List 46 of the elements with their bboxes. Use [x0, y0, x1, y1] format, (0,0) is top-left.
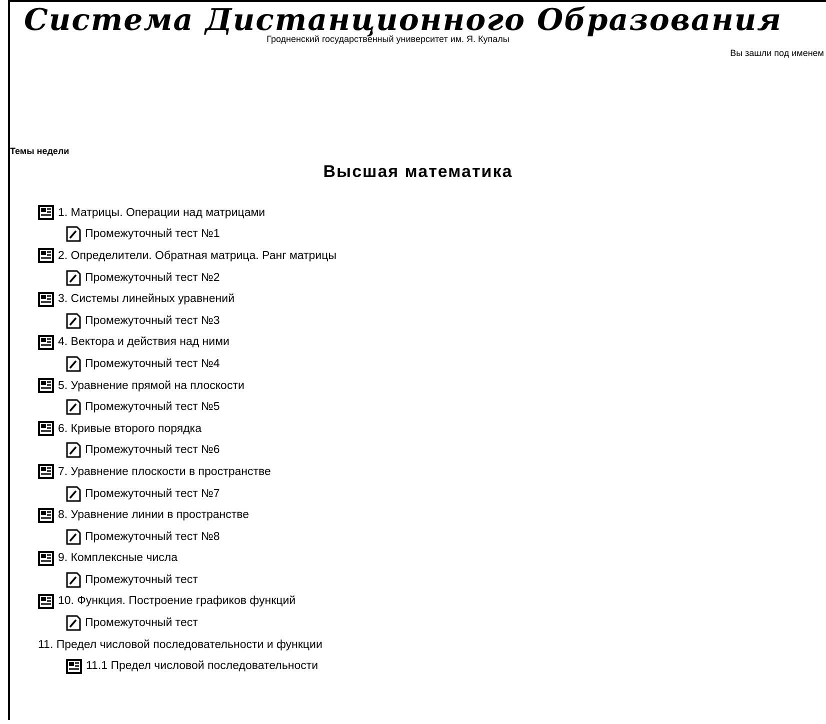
topic-link[interactable]: 5. Уравнение прямой на плоскости — [58, 380, 244, 392]
login-status: Вы зашли под именем — [729, 48, 825, 58]
topic-link[interactable]: 10. Функция. Построение графиков функций — [58, 595, 296, 608]
section-label: Темы недели — [10, 146, 70, 156]
quiz-icon — [66, 572, 81, 588]
quiz-icon — [66, 486, 81, 502]
topic-link[interactable]: 6. Кривые второго порядка — [58, 422, 202, 435]
quiz-link[interactable]: Промежуточный тест №5 — [85, 401, 220, 414]
module-icon — [38, 594, 54, 609]
topic-link[interactable]: 11.1 Предел числовой последовательности — [86, 660, 318, 672]
module-icon — [38, 334, 54, 350]
quiz-link[interactable]: Промежуточный тест №6 — [85, 444, 220, 456]
quiz-icon — [66, 226, 81, 242]
topic-link[interactable]: 9. Комплексные числа — [58, 552, 178, 564]
module-icon — [38, 205, 54, 220]
topic-link[interactable]: 7. Уравнение плоскости в пространстве — [58, 466, 271, 478]
quiz-link[interactable]: Промежуточный тест — [85, 574, 198, 586]
module-icon — [38, 464, 54, 480]
quiz-link[interactable]: Промежуточный тест №3 — [85, 314, 220, 327]
module-icon — [38, 421, 54, 436]
topic-link[interactable]: 8. Уравнение линии в пространстве — [58, 509, 249, 522]
quiz-link[interactable]: Промежуточный тест №8 — [85, 530, 220, 543]
module-icon — [38, 292, 54, 307]
quiz-icon — [66, 442, 81, 458]
quiz-link[interactable]: Промежуточный тест №1 — [85, 228, 220, 240]
module-icon — [38, 508, 54, 523]
quiz-link[interactable]: Промежуточный тест №2 — [85, 272, 220, 284]
module-icon — [38, 550, 54, 566]
module-icon — [38, 378, 54, 394]
module-icon — [38, 248, 54, 264]
quiz-link[interactable]: Промежуточный тест №7 — [85, 488, 220, 500]
topic-link[interactable]: 4. Вектора и действия над ними — [58, 336, 230, 348]
topic-link[interactable]: 3. Системы линейных уравнений — [58, 293, 234, 306]
quiz-link[interactable]: Промежуточный тест №4 — [85, 358, 220, 370]
quiz-icon — [66, 399, 81, 416]
quiz-icon — [66, 270, 81, 286]
quiz-icon — [66, 528, 81, 545]
module-icon — [66, 658, 82, 674]
section-title: 11. Предел числовой последовательности и функции — [38, 638, 322, 651]
quiz-link[interactable]: Промежуточный тест — [85, 617, 198, 630]
quiz-icon — [66, 312, 81, 329]
course-title: Высшая математика — [322, 162, 514, 182]
topic-link[interactable]: 1. Матрицы. Операции над матрицами — [58, 206, 266, 219]
topic-link[interactable]: 2. Определители. Обратная матрица. Ранг матрицы — [58, 250, 336, 262]
quiz-icon — [66, 615, 81, 632]
quiz-icon — [66, 356, 81, 372]
